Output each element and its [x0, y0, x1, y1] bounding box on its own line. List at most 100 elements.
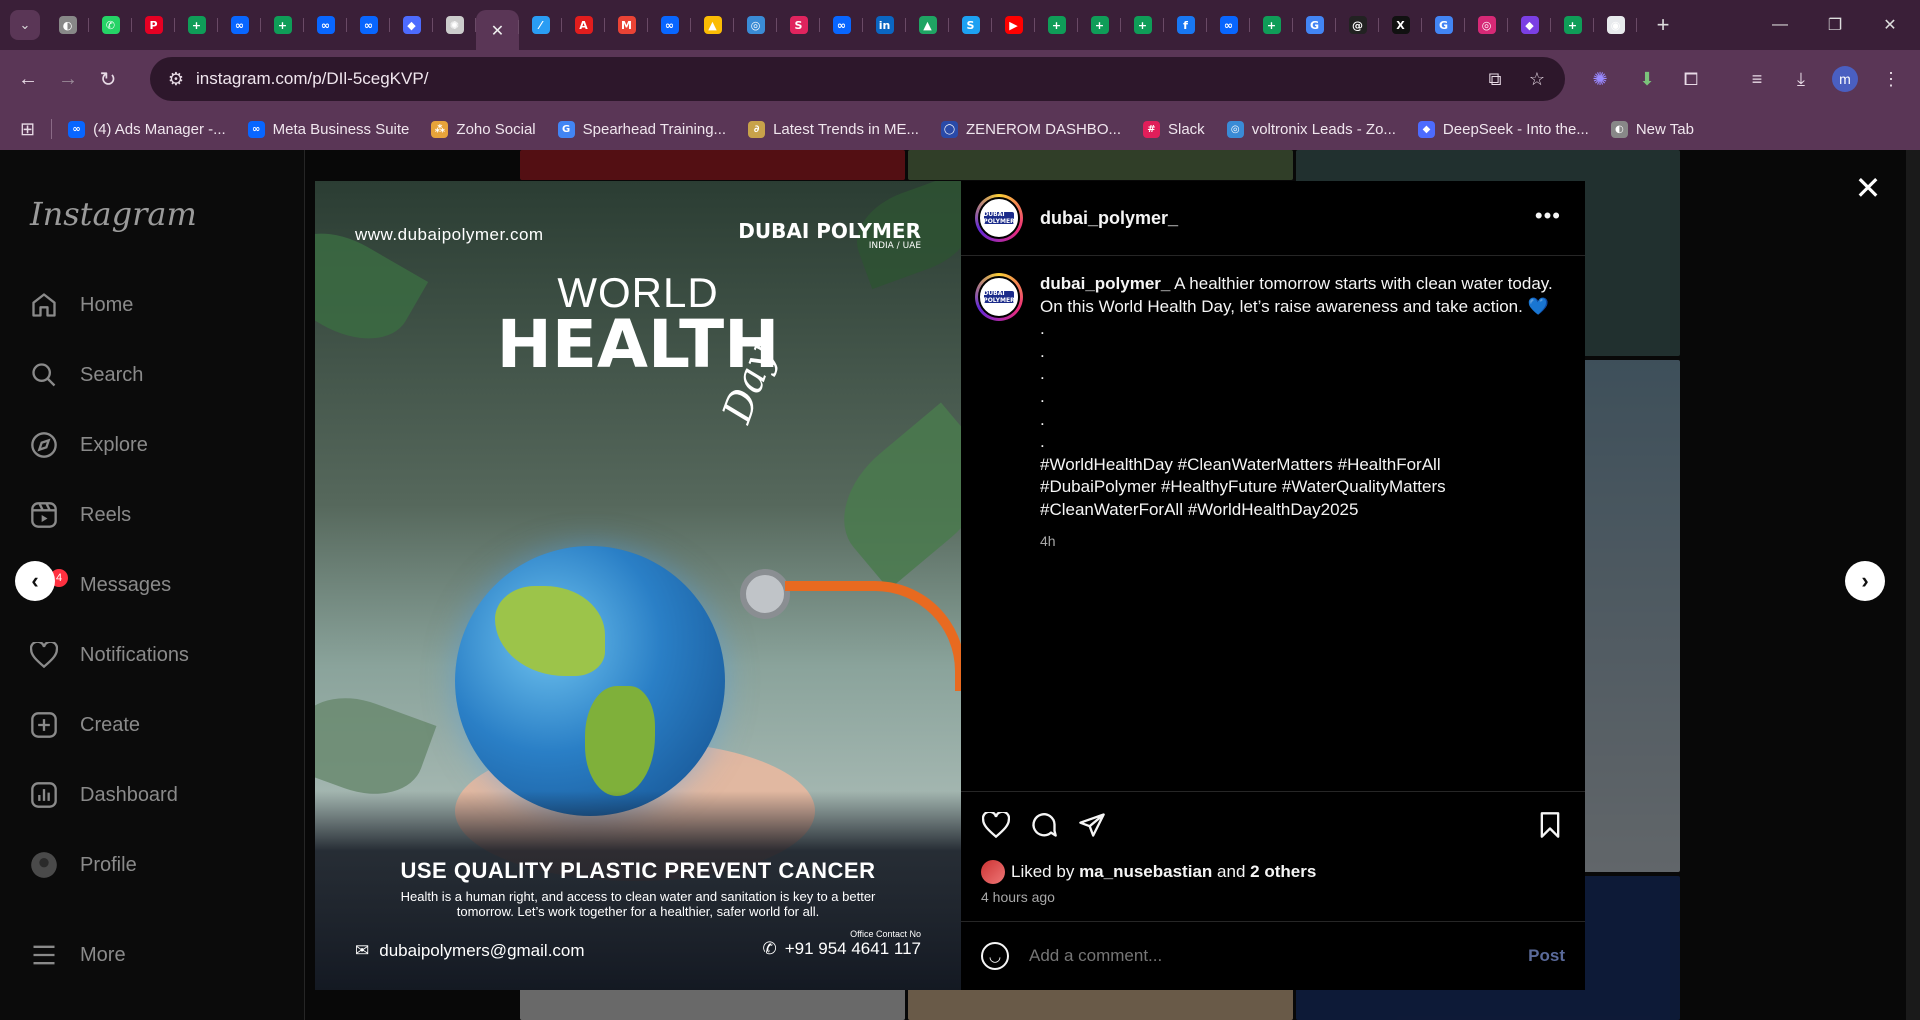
page-scrollbar[interactable]	[1906, 150, 1920, 1020]
restore-button[interactable]: ❐	[1805, 0, 1865, 50]
menu-kebab-icon[interactable]: ⋮	[1876, 64, 1906, 94]
browser-tab[interactable]: ◆	[390, 8, 433, 42]
liked-by-others[interactable]: 2 others	[1250, 862, 1316, 882]
caption-timestamp[interactable]: 4h	[1040, 530, 1560, 553]
browser-tab[interactable]: ∞	[304, 8, 347, 42]
liked-by-user[interactable]: ma_nusebastian	[1079, 862, 1212, 882]
bookmark-item[interactable]: ⁂ Zoho Social	[431, 120, 536, 138]
more-options-icon[interactable]: •••	[1535, 203, 1561, 229]
browser-tab[interactable]: ∞	[218, 8, 261, 42]
apps-grid-icon[interactable]: ⊞	[20, 119, 35, 140]
profile-avatar[interactable]: m	[1832, 66, 1858, 92]
browser-tab[interactable]: ◎	[734, 8, 777, 42]
browser-tab[interactable]: P	[132, 8, 175, 42]
caption-hashtags[interactable]: #WorldHealthDay #CleanWaterMatters #Heal…	[1040, 454, 1560, 522]
bookmark-item[interactable]: ◆ DeepSeek - Into the...	[1417, 120, 1589, 138]
minimize-button[interactable]: —	[1750, 0, 1810, 50]
install-app-icon[interactable]: ⧉	[1481, 65, 1509, 93]
post-time-ago[interactable]: 4 hours ago	[981, 889, 1055, 905]
browser-tab[interactable]: +	[1121, 8, 1164, 42]
new-tab-button[interactable]: +	[1645, 10, 1681, 40]
download-ext-icon[interactable]: ⬇	[1632, 64, 1662, 94]
extension-icon[interactable]: ✺	[1585, 64, 1615, 94]
sidebar-item-search[interactable]: Search	[28, 350, 143, 400]
author-avatar[interactable]: DUBAI POLYMER	[975, 194, 1023, 242]
browser-tab[interactable]: ◎	[1465, 8, 1508, 42]
browser-tab[interactable]: ◆	[1508, 8, 1551, 42]
browser-tab[interactable]: ∞	[820, 8, 863, 42]
address-bar[interactable]: ⚙ instagram.com/p/DIl-5cegKVP/ ⧉ ☆	[150, 57, 1565, 101]
instagram-logo[interactable]: Instagram	[30, 195, 197, 233]
bookmark-item[interactable]: ∞ (4) Ads Manager -...	[68, 120, 226, 138]
tab-active[interactable]: ✕	[476, 10, 519, 50]
caption-username[interactable]: dubai_polymer_	[1040, 274, 1170, 293]
close-window-button[interactable]: ✕	[1860, 0, 1920, 50]
comment-input[interactable]	[1029, 946, 1509, 966]
comment-button[interactable]	[1027, 808, 1061, 842]
browser-tab[interactable]: +	[261, 8, 304, 42]
puzzle-icon[interactable]: ⧠	[1676, 64, 1706, 94]
browser-tab[interactable]: +	[1250, 8, 1293, 42]
next-post-button[interactable]: ›	[1845, 561, 1885, 601]
site-info-icon[interactable]: ⚙	[162, 65, 190, 93]
browser-tab[interactable]: +	[1551, 8, 1594, 42]
browser-tab[interactable]: in	[863, 8, 906, 42]
bookmark-item[interactable]: ◯ ZENEROM DASHBO...	[940, 120, 1121, 138]
sidebar-item-create[interactable]: Create	[28, 700, 140, 750]
sidebar-item-explore[interactable]: Explore	[28, 420, 148, 470]
browser-tab[interactable]: ▶	[992, 8, 1035, 42]
save-button[interactable]	[1533, 808, 1567, 842]
browser-tab[interactable]: ◉	[1594, 8, 1637, 42]
sidebar-item-home[interactable]: Home	[28, 280, 133, 330]
back-button[interactable]: ←	[8, 59, 48, 99]
caption-author-avatar[interactable]: DUBAI POLYMER	[975, 273, 1023, 321]
media-control-icon[interactable]: ≡	[1742, 64, 1772, 94]
browser-tab[interactable]: ∞	[347, 8, 390, 42]
like-button[interactable]	[979, 808, 1013, 842]
browser-tab[interactable]: G	[1422, 8, 1465, 42]
browser-tab[interactable]: S	[777, 8, 820, 42]
browser-tab[interactable]: A	[562, 8, 605, 42]
sidebar-item-reels[interactable]: Reels	[28, 490, 131, 540]
browser-tab[interactable]: G	[1293, 8, 1336, 42]
url-text[interactable]: instagram.com/p/DIl-5cegKVP/	[196, 69, 428, 89]
browser-tab[interactable]: ▲	[906, 8, 949, 42]
liker-avatar[interactable]	[981, 860, 1005, 884]
browser-tab[interactable]: ∞	[648, 8, 691, 42]
post-image[interactable]: www.dubaipolymer.com DUBAI POLYMER INDIA …	[315, 181, 961, 990]
bookmark-item[interactable]: # Slack	[1143, 120, 1205, 138]
browser-tab[interactable]: ✆	[89, 8, 132, 42]
forward-button[interactable]: →	[48, 59, 88, 99]
bookmark-item[interactable]: G Spearhead Training...	[557, 120, 726, 138]
browser-tab[interactable]: ◐	[46, 8, 89, 42]
previous-post-button[interactable]: ‹	[15, 561, 55, 601]
browser-tab[interactable]: M	[605, 8, 648, 42]
browser-tab[interactable]: ⁄	[519, 8, 562, 42]
reload-button[interactable]: ↻	[88, 59, 128, 99]
browser-tab[interactable]: +	[1078, 8, 1121, 42]
author-username[interactable]: dubai_polymer_	[1040, 208, 1178, 229]
bookmark-item[interactable]: ◎ voltronix Leads - Zo...	[1226, 120, 1396, 138]
tab-search-menu-button[interactable]: ⌄	[10, 10, 40, 40]
browser-tab[interactable]: ∞	[1207, 8, 1250, 42]
browser-tab[interactable]: +	[175, 8, 218, 42]
sidebar-item-profile[interactable]: Profile	[28, 840, 137, 890]
browser-tab[interactable]: +	[1035, 8, 1078, 42]
bookmark-star-icon[interactable]: ☆	[1523, 65, 1551, 93]
post-comment-button[interactable]: Post	[1528, 946, 1565, 966]
browser-tab[interactable]: @	[1336, 8, 1379, 42]
close-modal-button[interactable]: ✕	[1850, 170, 1886, 206]
downloads-icon[interactable]: ⤓	[1786, 64, 1816, 94]
browser-tab[interactable]: S	[949, 8, 992, 42]
bookmark-item[interactable]: ∂ Latest Trends in ME...	[748, 120, 919, 138]
bookmark-item[interactable]: ◐ New Tab	[1610, 120, 1694, 138]
browser-tab[interactable]: ✺	[433, 8, 476, 42]
sidebar-item-notifications[interactable]: Notifications	[28, 630, 189, 680]
browser-tab[interactable]: f	[1164, 8, 1207, 42]
share-button[interactable]	[1075, 808, 1109, 842]
emoji-icon[interactable]: ◡	[981, 942, 1009, 970]
sidebar-item-more[interactable]: More	[28, 930, 126, 980]
close-tab-icon[interactable]: ✕	[489, 21, 507, 40]
bookmark-item[interactable]: ∞ Meta Business Suite	[247, 120, 409, 138]
sidebar-item-dashboard[interactable]: Dashboard	[28, 770, 178, 820]
